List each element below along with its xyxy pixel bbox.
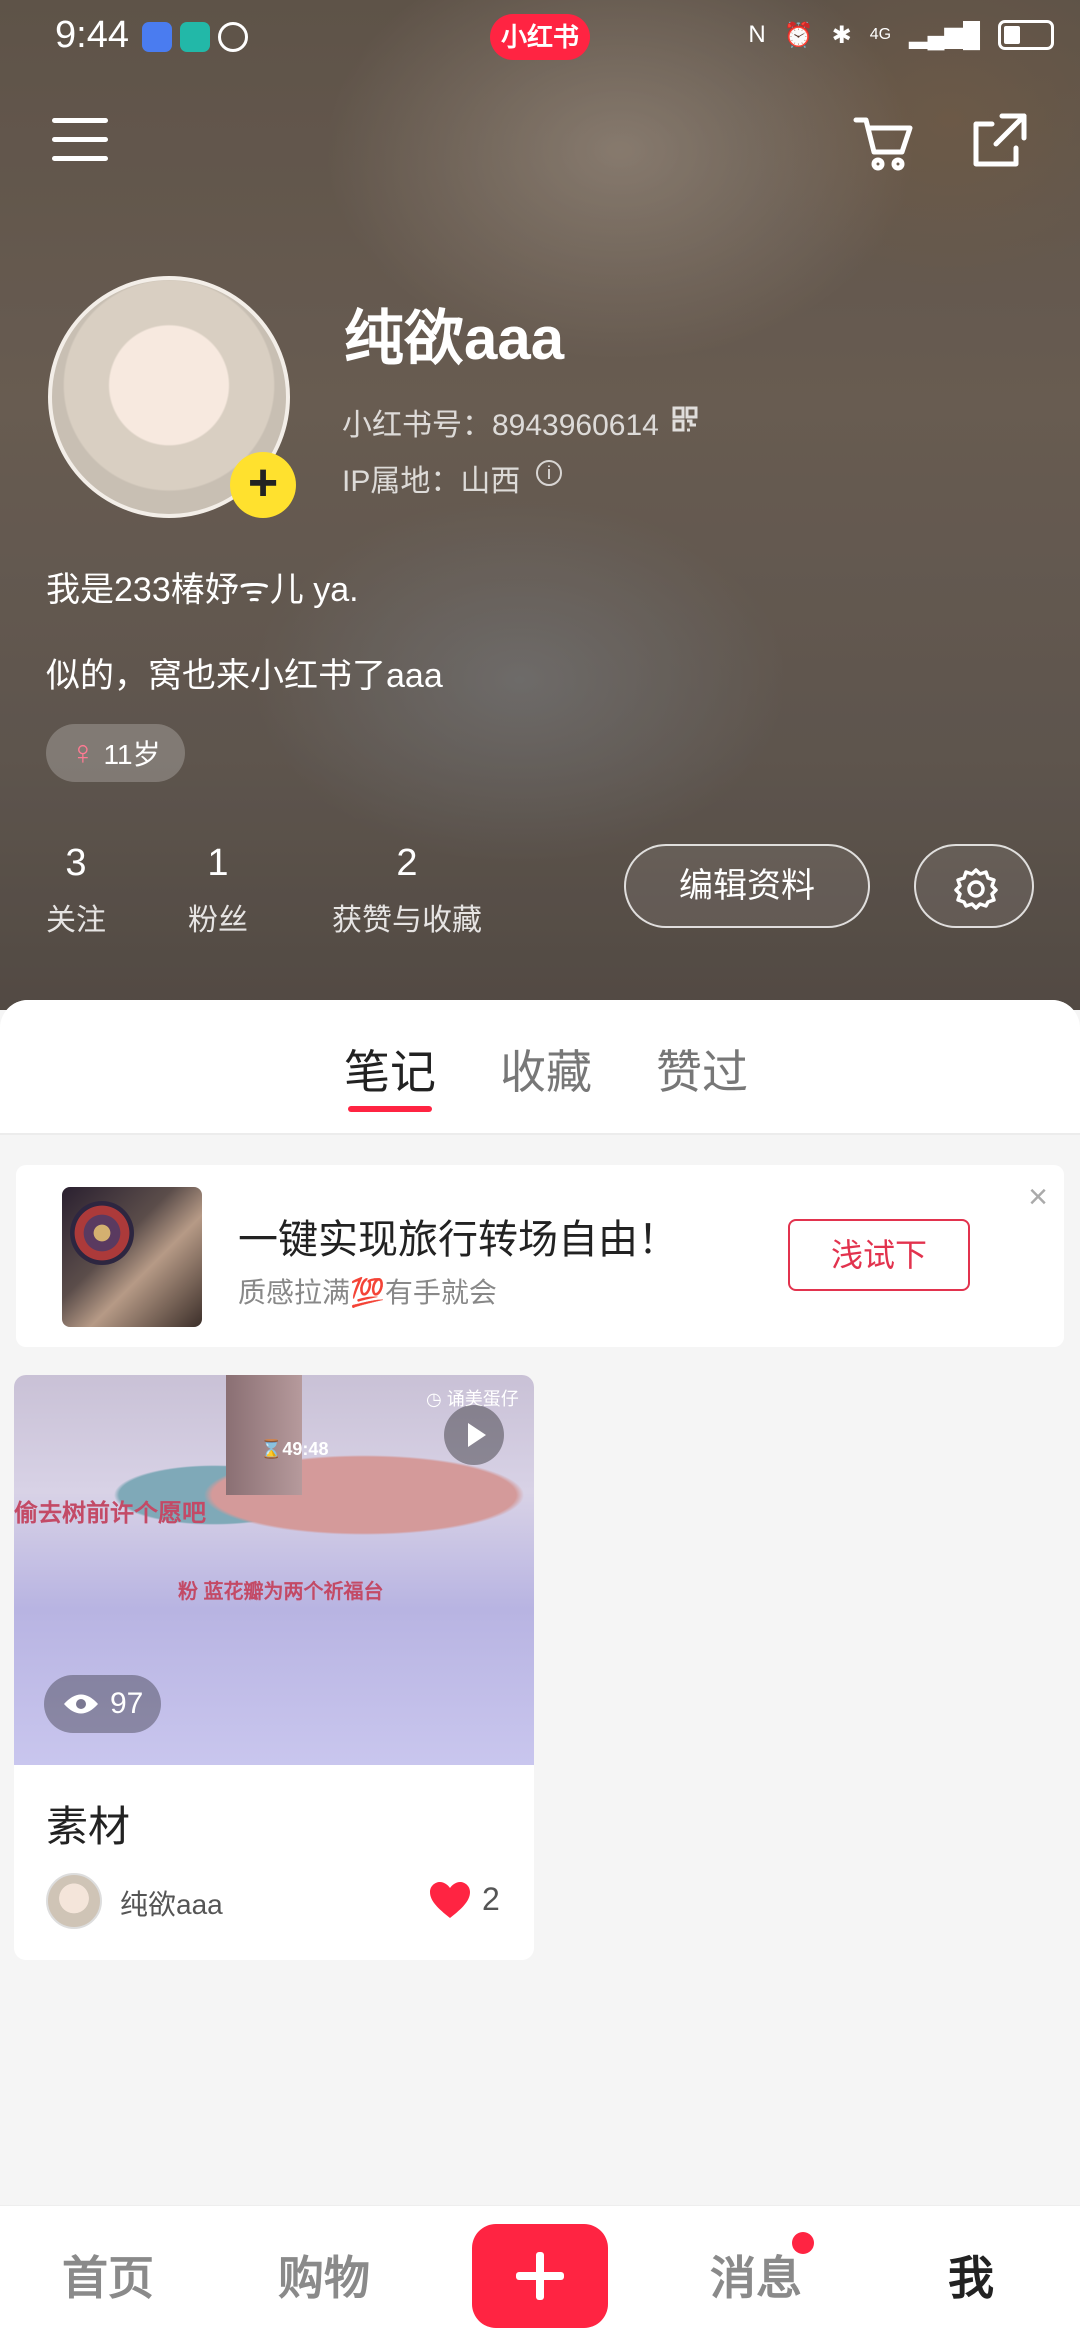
profile-header: 9:44 小红书 N ⏰ ✱ 4G ▂▄▆█ + 纯欲aaa 小红书号：8943: [0, 0, 1080, 1010]
nav-me[interactable]: 我: [948, 2242, 994, 2308]
stat-following[interactable]: 3 关注: [46, 842, 106, 939]
bio-line: 我是233椿妤ᯤ儿 ya.: [46, 571, 359, 609]
music-app-icon: [142, 22, 172, 52]
view-count-label: 97: [110, 1687, 144, 1720]
stat-label: 获赞与收藏: [332, 904, 482, 937]
promo-card[interactable]: 一键实现旅行转场自由！ 质感拉满💯有手就会 浅试下 ×: [16, 1165, 1064, 1347]
tab-collections[interactable]: 收藏: [500, 1036, 592, 1102]
edit-profile-button[interactable]: 编辑资料: [624, 844, 870, 928]
cover-timer: ⌛49:48: [260, 1439, 329, 1459]
promo-title: 一键实现旅行转场自由！: [238, 1218, 678, 1262]
promo-thumbnail: [62, 1187, 202, 1327]
nfc-icon: N: [748, 21, 766, 48]
cover-caption: 粉 蓝花瓣为两个祈福台: [178, 1581, 384, 1603]
active-tab-indicator: [348, 1106, 432, 1112]
bio-line: 似的，窝也来小红书了aaa: [46, 657, 443, 695]
note-title: 素材: [46, 1803, 131, 1850]
view-count: 97: [44, 1675, 162, 1733]
alarm-icon: ⏰: [783, 21, 814, 49]
status-bar: 9:44 小红书 N ⏰ ✱ 4G ▂▄▆█: [0, 0, 1080, 78]
tab-notes[interactable]: 笔记: [344, 1036, 436, 1102]
promo-subtitle: 质感拉满💯有手就会: [238, 1277, 497, 1308]
home-app-icon: [180, 22, 210, 52]
status-time: 9:44: [55, 14, 129, 56]
stat-value: 3: [65, 842, 87, 884]
nav-home[interactable]: 首页: [62, 2242, 154, 2308]
wechat-icon: [218, 22, 248, 52]
author-avatar[interactable]: [46, 1873, 102, 1929]
shopping-cart-icon[interactable]: [850, 110, 916, 176]
status-indicators: N ⏰ ✱ 4G ▂▄▆█: [748, 20, 1054, 50]
female-icon: ♀: [70, 733, 96, 772]
status-app-icons: [142, 22, 248, 52]
brand-logo: 小红书: [490, 14, 590, 60]
stat-likes-collects[interactable]: 2 获赞与收藏: [332, 842, 482, 939]
gender-age-tag: ♀ 11岁: [46, 724, 185, 782]
create-post-button[interactable]: [472, 2224, 608, 2328]
avatar[interactable]: +: [48, 276, 296, 518]
settings-button[interactable]: [914, 844, 1034, 928]
stat-label: 关注: [46, 904, 106, 937]
ip-location: IP属地：山西: [342, 465, 521, 498]
info-icon[interactable]: i: [536, 460, 562, 486]
note-cover[interactable]: ◷ 诵美蛋仔 ⌛49:48 偷去树前许个愿吧 粉 蓝花瓣为两个祈福台 97: [14, 1375, 534, 1765]
eye-icon: [64, 1694, 98, 1714]
try-it-button[interactable]: 浅试下: [788, 1219, 970, 1291]
heart-icon[interactable]: [428, 1879, 472, 1923]
nav-shopping[interactable]: 购物: [278, 2242, 370, 2308]
stat-value: 1: [207, 842, 229, 884]
tab-liked[interactable]: 赞过: [656, 1036, 748, 1102]
close-icon[interactable]: ×: [1020, 1179, 1056, 1215]
notification-badge: [792, 2232, 814, 2254]
qr-code-icon[interactable]: [672, 406, 698, 432]
username: 纯欲aaa: [344, 305, 565, 372]
battery-icon: [998, 20, 1054, 50]
stat-followers[interactable]: 1 粉丝: [188, 842, 248, 939]
content-panel: 笔记 收藏 赞过 一键实现旅行转场自由！ 质感拉满💯有手就会 浅试下 × ◷ 诵…: [0, 1000, 1080, 2205]
bluetooth-icon: ✱: [831, 21, 852, 49]
signal-icon: ▂▄▆█: [909, 21, 980, 49]
share-icon[interactable]: [966, 108, 1032, 174]
note-card[interactable]: ◷ 诵美蛋仔 ⌛49:48 偷去树前许个愿吧 粉 蓝花瓣为两个祈福台 97 素材…: [14, 1375, 534, 1960]
hamburger-menu-icon[interactable]: [52, 118, 108, 166]
bottom-navigation: 首页 购物 消息 我: [0, 2205, 1080, 2340]
gear-icon: [954, 868, 998, 910]
red-id[interactable]: 小红书号：8943960614: [342, 400, 659, 444]
cover-caption: 偷去树前许个愿吧: [14, 1500, 206, 1527]
nav-messages[interactable]: 消息: [710, 2242, 802, 2308]
profile-tabs: 笔记 收藏 赞过: [0, 1000, 1080, 1135]
play-icon: [444, 1405, 504, 1465]
add-avatar-button[interactable]: +: [230, 452, 296, 518]
age-label: 11岁: [103, 739, 161, 770]
signal-label: 4G: [869, 26, 892, 43]
stat-value: 2: [396, 842, 418, 884]
stat-label: 粉丝: [188, 904, 248, 937]
like-count: 2: [482, 1881, 500, 1917]
author-name[interactable]: 纯欲aaa: [120, 1883, 223, 1923]
